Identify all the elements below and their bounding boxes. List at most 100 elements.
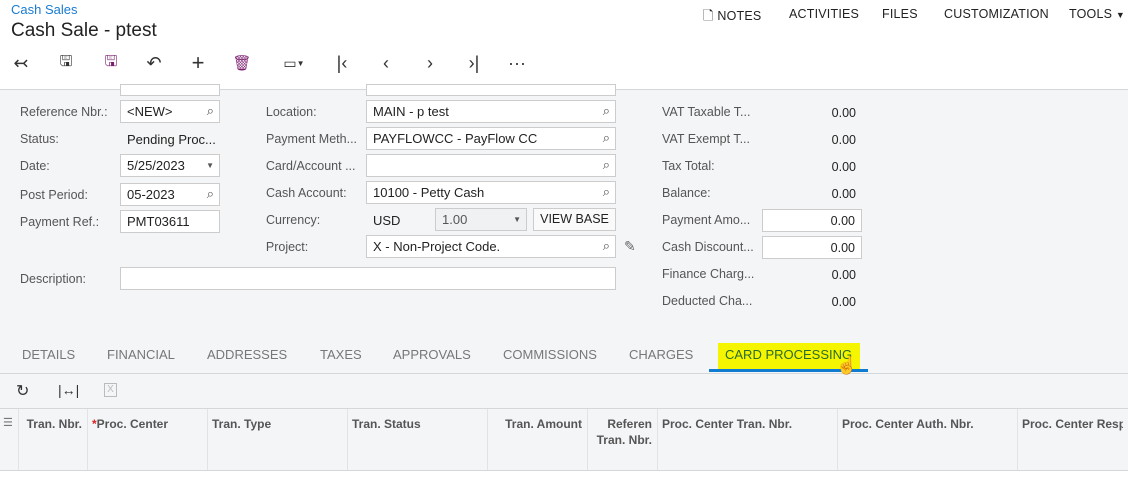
status-label: Status: xyxy=(20,132,59,146)
total-label: Deducted Cha... xyxy=(662,294,753,308)
total-value: 0.00 xyxy=(831,295,856,309)
edit-pencil-icon[interactable]: ✎ xyxy=(624,238,636,255)
total-input[interactable]: 0.00 xyxy=(762,236,862,259)
column-divider[interactable] xyxy=(347,409,348,470)
period-label: Post Period: xyxy=(20,188,88,202)
caret-down-icon: ▼ xyxy=(1115,10,1125,20)
caret-down-icon[interactable]: ▼ xyxy=(206,161,214,170)
location-field[interactable]: MAIN - p test ⌕ xyxy=(366,100,616,123)
notes-label: NOTES xyxy=(717,9,762,23)
currency-label: Currency: xyxy=(266,213,321,227)
tab-addresses[interactable]: ADDRESSES xyxy=(207,347,287,362)
total-label: Tax Total: xyxy=(662,159,715,173)
card-field[interactable]: ⌕ xyxy=(366,154,616,177)
date-value: 5/25/2023 xyxy=(127,158,185,173)
tab-card-processing[interactable]: CARD PROCESSING xyxy=(725,347,852,362)
column-divider[interactable] xyxy=(1017,409,1018,470)
column-header[interactable]: Proc. Center Tran. Nbr. xyxy=(662,416,832,432)
project-field[interactable]: X - Non-Project Code. ⌕ xyxy=(366,235,616,258)
activities-button[interactable]: ACTIVITIES xyxy=(789,7,859,21)
copy-paste-icon[interactable]: ▭ ▼ xyxy=(274,52,314,74)
column-header[interactable]: Tran. Type xyxy=(212,416,342,432)
location-value: MAIN - p test xyxy=(373,104,449,119)
total-label: VAT Exempt T... xyxy=(662,132,750,146)
search-icon[interactable]: ⌕ xyxy=(603,103,610,119)
search-icon[interactable]: ⌕ xyxy=(603,184,610,200)
total-label: Cash Discount... xyxy=(662,240,754,254)
reference-field[interactable]: <NEW> ⌕ xyxy=(120,100,220,123)
tools-button[interactable]: TOOLS ▼ xyxy=(1069,7,1125,21)
column-divider[interactable] xyxy=(207,409,208,470)
paymethod-field[interactable]: PAYFLOWCC - PayFlow CC ⌕ xyxy=(366,127,616,150)
files-button[interactable]: FILES xyxy=(882,7,918,21)
column-header-label: Tran. Type xyxy=(212,417,272,431)
customization-button[interactable]: CUSTOMIZATION xyxy=(944,7,1049,21)
search-icon[interactable]: ⌕ xyxy=(603,238,610,254)
add-icon[interactable]: + xyxy=(186,50,210,75)
tab-charges[interactable]: CHARGES xyxy=(629,347,693,362)
search-icon[interactable]: ⌕ xyxy=(207,103,214,119)
save-icon[interactable]: 🖫 xyxy=(99,52,123,74)
column-header-label: Tran. Nbr. xyxy=(26,417,82,431)
column-header-label: Proc. Center xyxy=(96,417,169,431)
next-icon[interactable]: › xyxy=(418,52,442,74)
notes-button[interactable]: 🗋 NOTES xyxy=(703,7,761,29)
description-field[interactable] xyxy=(120,267,616,290)
period-field[interactable]: 05-2023 ⌕ xyxy=(120,183,220,206)
back-icon[interactable]: ↢ xyxy=(9,52,33,74)
cashacct-field[interactable]: 10100 - Petty Cash ⌕ xyxy=(366,181,616,204)
paymethod-label: Payment Meth... xyxy=(266,132,358,146)
total-label: Balance: xyxy=(662,186,711,200)
save-close-icon[interactable]: 🖫 xyxy=(54,52,78,74)
column-divider[interactable] xyxy=(487,409,488,470)
column-divider[interactable] xyxy=(87,409,88,470)
total-input[interactable]: 0.00 xyxy=(762,209,862,232)
customer-field[interactable] xyxy=(366,84,616,96)
breadcrumb-cash-sales[interactable]: Cash Sales xyxy=(11,2,77,17)
column-divider[interactable] xyxy=(657,409,658,470)
total-label: VAT Taxable T... xyxy=(662,105,751,119)
fit-columns-icon[interactable]: |↔| xyxy=(58,382,79,398)
reference-label: Reference Nbr.: xyxy=(20,105,108,119)
page-title: Cash Sale - ptest xyxy=(11,20,157,41)
search-icon[interactable]: ⌕ xyxy=(603,157,610,173)
column-divider[interactable] xyxy=(837,409,838,470)
more-icon[interactable]: ··· xyxy=(505,52,529,74)
date-field[interactable]: 5/25/2023 ▼ xyxy=(120,154,220,177)
refresh-icon[interactable]: ↻ xyxy=(16,381,29,401)
column-header[interactable]: Tran. Status xyxy=(352,416,482,432)
prev-icon[interactable]: ‹ xyxy=(374,52,398,74)
view-base-button[interactable]: VIEW BASE xyxy=(533,208,616,231)
search-icon[interactable]: ⌕ xyxy=(207,186,214,202)
column-header[interactable]: Tran. Nbr. xyxy=(23,416,82,432)
total-value: 0.00 xyxy=(831,133,856,147)
tab-financial[interactable]: FINANCIAL xyxy=(107,347,175,362)
total-value: 0.00 xyxy=(831,160,856,174)
tab-commissions[interactable]: COMMISSIONS xyxy=(503,347,597,362)
delete-icon[interactable]: 🗑 xyxy=(230,52,254,74)
payref-label: Payment Ref.: xyxy=(20,215,99,229)
total-value: 0.00 xyxy=(831,268,856,282)
status-value: Pending Proc... xyxy=(127,132,216,147)
column-config-icon[interactable]: ☰ xyxy=(3,416,13,429)
search-icon[interactable]: ⌕ xyxy=(603,130,610,146)
column-header[interactable]: Referen Tran. Nbr. xyxy=(590,416,652,448)
tab-details[interactable]: DETAILS xyxy=(22,347,75,362)
undo-icon[interactable]: ↶ xyxy=(142,52,166,74)
column-header[interactable]: Tran. Amount xyxy=(492,416,582,432)
column-header[interactable]: *Proc. Center xyxy=(92,416,202,432)
tab-approvals[interactable]: APPROVALS xyxy=(393,347,471,362)
column-header[interactable]: Proc. Center Auth. Nbr. xyxy=(842,416,1012,432)
column-header[interactable]: Proc. Center Respo xyxy=(1022,416,1123,432)
column-header-label: Tran. Status xyxy=(352,417,421,431)
tab-taxes[interactable]: TAXES xyxy=(320,347,362,362)
last-icon[interactable]: ›| xyxy=(462,52,486,74)
payref-field[interactable]: PMT03611 xyxy=(120,210,220,233)
project-value: X - Non-Project Code. xyxy=(373,239,501,254)
rate-field[interactable]: 1.00 ▼ xyxy=(435,208,527,231)
type-field[interactable] xyxy=(120,84,220,96)
currency-value: USD xyxy=(373,213,401,228)
column-divider[interactable] xyxy=(18,409,19,470)
first-icon[interactable]: |‹ xyxy=(330,52,354,74)
column-divider[interactable] xyxy=(587,409,588,470)
